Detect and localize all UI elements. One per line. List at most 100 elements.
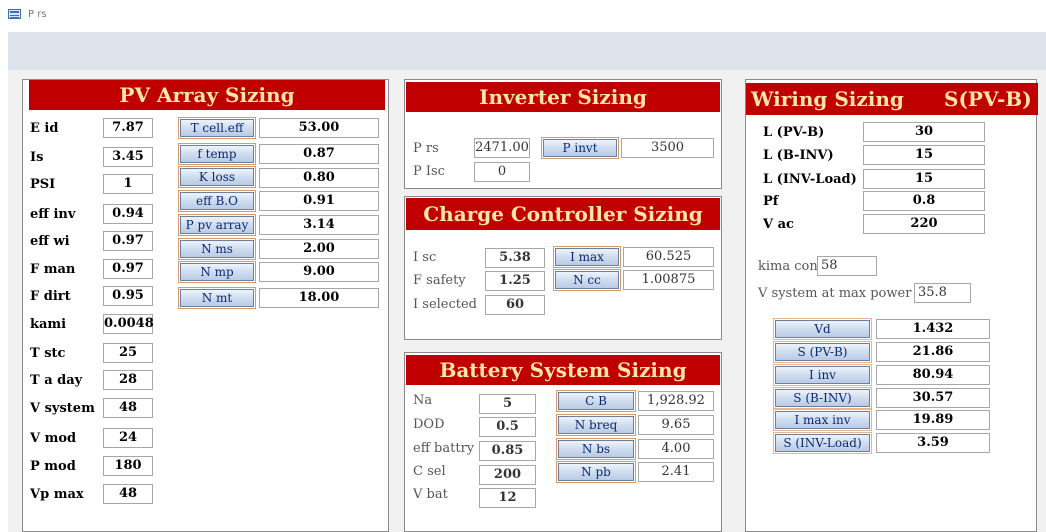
kima-con-field[interactable]: 58 [817, 256, 877, 276]
pv-input-field[interactable]: 0.0048 [103, 314, 154, 334]
pv-input-field[interactable]: 48 [103, 398, 153, 418]
fsafety-label: F safety [413, 273, 466, 288]
wiring-banner: Wiring Sizing S(PV-B) [746, 83, 1038, 115]
n-cc-value: 1.00875 [623, 270, 714, 290]
n-breq-value: 9.65 [638, 415, 714, 435]
pv-input-label: F man [30, 262, 76, 277]
eff-bo-button[interactable]: eff B.O [180, 192, 254, 210]
iselected-field[interactable]: 60 [485, 295, 545, 315]
p-invt-button[interactable]: P invt [543, 139, 617, 157]
wiring-input-label: Pf [763, 194, 779, 209]
wiring-input-field[interactable]: 15 [863, 169, 985, 189]
isc-field[interactable]: 5.38 [485, 248, 545, 268]
pv-input-label: kami [30, 317, 67, 332]
inverter-banner: Inverter Sizing [406, 82, 720, 112]
pv-input-field[interactable]: 0.94 [103, 204, 153, 224]
i-max-value: 60.525 [623, 247, 714, 267]
n-mt-button[interactable]: N mt [180, 289, 254, 307]
wiring-input-label: L (INV-Load) [763, 172, 857, 187]
i-inv-value: 80.94 [876, 365, 990, 385]
s-pv-b-button[interactable]: S (PV-B) [775, 343, 870, 361]
iselected-label: I selected [413, 297, 478, 312]
n-cc-button[interactable]: N cc [555, 271, 619, 289]
pv-input-field[interactable]: 25 [103, 343, 153, 363]
wiring-input-field[interactable]: 30 [863, 122, 985, 142]
pv-input-field[interactable]: 28 [103, 370, 153, 390]
n-pb-value: 2.41 [638, 462, 714, 482]
pv-input-field[interactable]: 0.95 [103, 286, 153, 306]
wiring-input-field[interactable]: 220 [863, 214, 985, 234]
s-inv-load-button[interactable]: S (INV-Load) [775, 434, 870, 452]
c-b-button[interactable]: C B [558, 392, 634, 410]
v-system-max-field[interactable]: 35.8 [914, 283, 971, 303]
n-mp-value: 9.00 [259, 262, 379, 282]
k-loss-button[interactable]: K loss [180, 168, 254, 186]
wiring-input-label: L (B-INV) [763, 148, 834, 163]
c-b-value: 1,928.92 [638, 391, 714, 411]
t-cell-eff-value: 53.00 [259, 118, 379, 138]
wiring-input-field[interactable]: 15 [863, 145, 985, 165]
battery-input-field[interactable]: 0.5 [479, 417, 536, 437]
vd-value: 1.432 [876, 319, 990, 339]
pisc-label: P Isc [413, 164, 445, 179]
pv-input-field[interactable]: 0.97 [103, 259, 153, 279]
wiring-input-field[interactable]: 0.8 [863, 191, 985, 211]
n-breq-button[interactable]: N breq [558, 416, 634, 434]
s-pv-b-value: 21.86 [876, 342, 990, 362]
prs-field[interactable]: 2471.00 [474, 138, 530, 158]
p-pv-array-button[interactable]: P pv array [180, 216, 254, 234]
pv-input-field[interactable]: 0.97 [103, 231, 153, 251]
f-temp-value: 0.87 [259, 144, 379, 164]
n-pb-button[interactable]: N pb [558, 463, 634, 481]
pisc-field[interactable]: 0 [474, 162, 530, 182]
battery-input-label: DOD [413, 417, 445, 432]
pv-input-field[interactable]: 24 [103, 428, 153, 448]
pv-input-field[interactable]: 7.87 [103, 118, 153, 138]
battery-input-field[interactable]: 200 [479, 465, 536, 485]
battery-input-label: Na [413, 393, 433, 408]
wiring-input-label: L (PV-B) [763, 125, 825, 140]
pv-input-label: E id [30, 121, 59, 136]
wiring-banner-title: Wiring Sizing [751, 87, 904, 111]
battery-input-field[interactable]: 12 [479, 488, 536, 508]
vd-button[interactable]: Vd [775, 320, 870, 338]
battery-banner: Battery System Sizing [406, 355, 720, 385]
pv-array-banner: PV Array Sizing [29, 80, 385, 110]
battery-input-label: V bat [413, 487, 448, 502]
battery-input-field[interactable]: 0.85 [479, 441, 536, 461]
f-temp-button[interactable]: f temp [180, 145, 254, 163]
form-icon [8, 9, 21, 19]
pv-input-field[interactable]: 180 [103, 456, 153, 476]
pv-input-label: P mod [30, 459, 76, 474]
pv-input-label: PSI [30, 177, 56, 192]
pv-input-label: Is [30, 150, 44, 165]
i-inv-button[interactable]: I inv [775, 366, 870, 384]
fsafety-field[interactable]: 1.25 [485, 271, 545, 291]
i-max-button[interactable]: I max [555, 248, 619, 266]
charge-controller-banner: Charge Controller Sizing [406, 198, 720, 230]
pv-input-label: Vp max [30, 487, 84, 502]
i-max-inv-value: 19.89 [876, 410, 990, 430]
form-header [8, 32, 1046, 70]
pv-input-label: T a day [30, 373, 83, 388]
pv-input-field[interactable]: 48 [103, 484, 153, 504]
n-mp-button[interactable]: N mp [180, 263, 254, 281]
n-ms-button[interactable]: N ms [180, 240, 254, 258]
t-cell-eff-button[interactable]: T cell.eff [180, 119, 254, 137]
battery-input-field[interactable]: 5 [479, 394, 536, 414]
battery-input-label: C sel [413, 464, 446, 479]
n-bs-value: 4.00 [638, 439, 714, 459]
pv-input-label: V system [30, 401, 95, 416]
n-mt-value: 18.00 [259, 288, 379, 308]
i-max-inv-button[interactable]: I max inv [775, 411, 870, 429]
wiring-input-label: V ac [763, 217, 794, 232]
pv-input-field[interactable]: 1 [103, 174, 153, 194]
n-bs-button[interactable]: N bs [558, 440, 634, 458]
s-b-inv-value: 30.57 [876, 388, 990, 408]
kima-con-label: kima con [758, 259, 818, 274]
wiring-banner-section: S(PV-B) [944, 87, 1032, 111]
pv-input-label: eff inv [30, 207, 76, 222]
pv-input-field[interactable]: 3.45 [103, 147, 153, 167]
s-b-inv-button[interactable]: S (B-INV) [775, 389, 870, 407]
p-invt-value: 3500 [621, 138, 714, 158]
